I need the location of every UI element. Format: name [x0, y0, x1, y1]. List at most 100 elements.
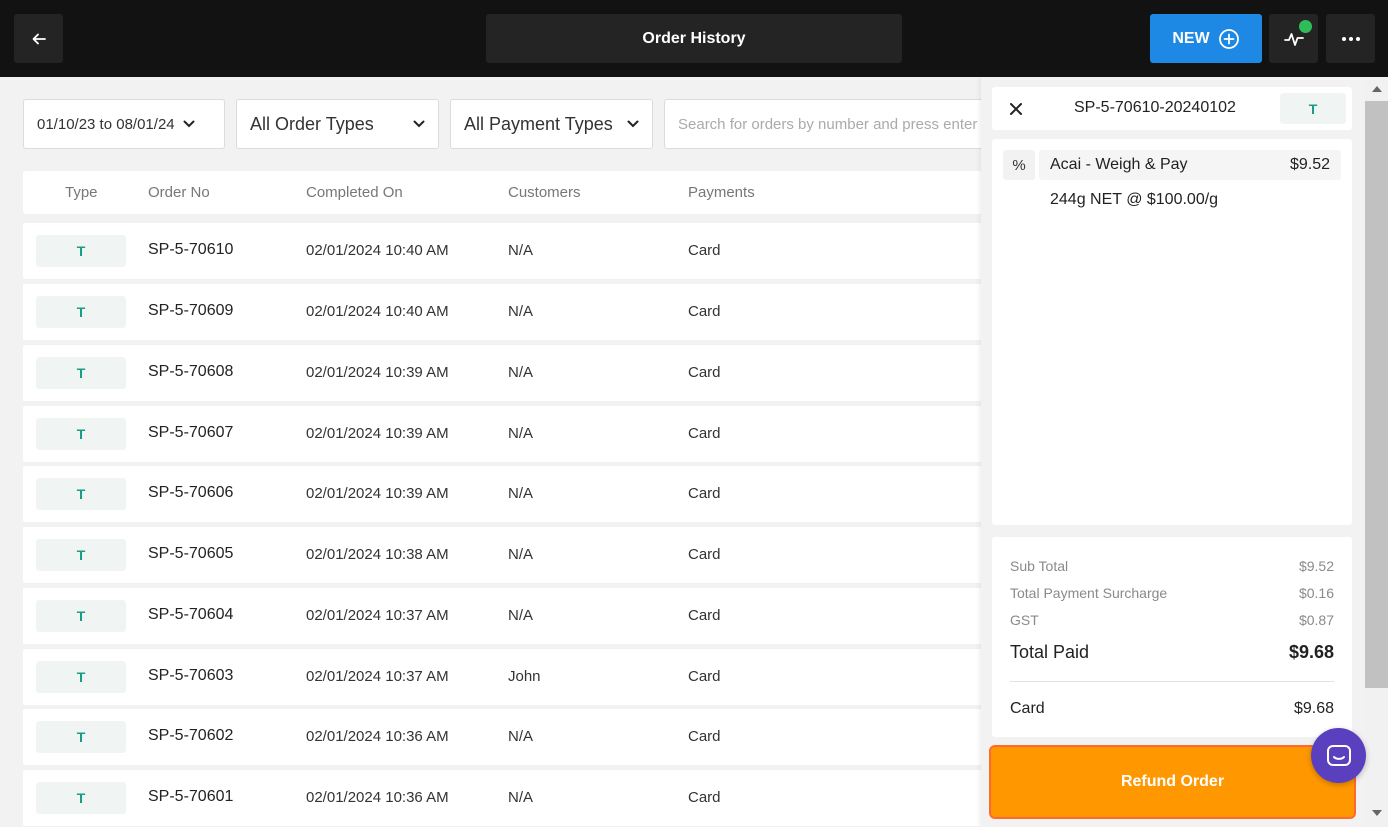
- table-row[interactable]: T SP-5-70602 02/01/2024 10:36 AM N/A Car…: [23, 709, 1003, 765]
- order-number: SP-5-70602: [148, 727, 234, 744]
- more-horizontal-icon: [1341, 36, 1360, 41]
- payment-method: Card: [688, 303, 721, 320]
- customer-name: N/A: [508, 607, 534, 624]
- payment-type-value: All Payment Types: [464, 113, 613, 134]
- order-number: SP-5-70607: [148, 424, 234, 441]
- column-header-payments: Payments: [688, 184, 755, 201]
- refund-order-button[interactable]: Refund Order: [989, 745, 1356, 819]
- surcharge-label: Total Payment Surcharge: [1010, 585, 1168, 601]
- order-type-badge: T: [36, 721, 126, 753]
- close-icon: [1010, 103, 1022, 115]
- order-type-badge: T: [36, 600, 126, 632]
- table-row[interactable]: T SP-5-70606 02/01/2024 10:39 AM N/A Car…: [23, 466, 1003, 522]
- payment-method: Card: [688, 546, 721, 563]
- status-online-dot: [1299, 20, 1312, 33]
- table-row[interactable]: T SP-5-70601 02/01/2024 10:36 AM N/A Car…: [23, 770, 1003, 826]
- table-row[interactable]: T SP-5-70609 02/01/2024 10:40 AM N/A Car…: [23, 284, 1003, 340]
- pulse-icon: [1283, 32, 1304, 46]
- gst-row: GST $0.87: [1010, 612, 1334, 628]
- chevron-down-icon: [627, 120, 639, 128]
- payment-method: Card: [688, 485, 721, 502]
- order-type-badge: T: [36, 296, 126, 328]
- scroll-down-button[interactable]: [1365, 805, 1388, 821]
- customer-name: N/A: [508, 303, 534, 320]
- table-row[interactable]: T SP-5-70604 02/01/2024 10:37 AM N/A Car…: [23, 588, 1003, 644]
- order-number: SP-5-70601: [148, 788, 234, 805]
- gst-label: GST: [1010, 612, 1039, 628]
- table-row[interactable]: T SP-5-70608 02/01/2024 10:39 AM N/A Car…: [23, 345, 1003, 401]
- surcharge-row: Total Payment Surcharge $0.16: [1010, 585, 1334, 601]
- customer-name: N/A: [508, 789, 534, 806]
- new-order-button[interactable]: NEW: [1150, 14, 1262, 63]
- order-number: SP-5-70608: [148, 363, 234, 380]
- activity-button[interactable]: [1269, 14, 1318, 63]
- order-search-input[interactable]: [664, 99, 994, 149]
- order-number: SP-5-70605: [148, 545, 234, 562]
- total-paid-value: $9.68: [1288, 642, 1334, 662]
- order-type-badge: T: [36, 418, 126, 450]
- total-paid-label: Total Paid: [1010, 642, 1090, 662]
- completed-on: 02/01/2024 10:36 AM: [306, 728, 449, 745]
- table-row[interactable]: T SP-5-70607 02/01/2024 10:39 AM N/A Car…: [23, 406, 1003, 462]
- payment-type-filter[interactable]: All Payment Types: [450, 99, 653, 149]
- payment-method: Card: [688, 789, 721, 806]
- chevron-down-icon: [183, 120, 195, 128]
- table-row[interactable]: T SP-5-70605 02/01/2024 10:38 AM N/A Car…: [23, 527, 1003, 583]
- item-name: Acai - Weigh & Pay: [1050, 156, 1188, 173]
- customer-name: N/A: [508, 364, 534, 381]
- completed-on: 02/01/2024 10:39 AM: [306, 425, 449, 442]
- scrollbar-thumb[interactable]: [1365, 101, 1388, 688]
- refund-order-label: Refund Order: [1120, 773, 1225, 790]
- completed-on: 02/01/2024 10:37 AM: [306, 607, 449, 624]
- customer-name: N/A: [508, 242, 534, 259]
- triangle-up-icon: [1371, 86, 1382, 92]
- column-header-type: Type: [65, 184, 98, 201]
- scroll-up-button[interactable]: [1365, 81, 1388, 97]
- payment-method: Card: [688, 425, 721, 442]
- top-bar: Order History NEW: [0, 0, 1388, 77]
- completed-on: 02/01/2024 10:39 AM: [306, 364, 449, 381]
- discount-button[interactable]: %: [1003, 150, 1035, 180]
- customer-name: N/A: [508, 546, 534, 563]
- order-type-badge: T: [36, 478, 126, 510]
- chat-icon: [1326, 744, 1351, 766]
- date-range-filter[interactable]: 01/10/23 to 08/01/24: [23, 99, 225, 149]
- page-title: Order History: [486, 14, 902, 63]
- order-line-item[interactable]: Acai - Weigh & Pay $9.52: [1039, 150, 1341, 180]
- gst-value: $0.87: [1298, 612, 1334, 628]
- chevron-down-icon: [413, 120, 425, 128]
- order-number: SP-5-70604: [148, 606, 234, 623]
- order-type-badge: T: [36, 235, 126, 267]
- completed-on: 02/01/2024 10:39 AM: [306, 485, 449, 502]
- customer-name: N/A: [508, 485, 534, 502]
- order-number: SP-5-70603: [148, 667, 234, 684]
- payment-method: Card: [688, 668, 721, 685]
- order-number: SP-5-70606: [148, 484, 234, 501]
- chat-support-button[interactable]: [1311, 728, 1366, 783]
- completed-on: 02/01/2024 10:36 AM: [306, 789, 449, 806]
- payment-method-label: Card: [1010, 700, 1045, 717]
- column-header-order-no: Order No: [148, 184, 210, 201]
- detail-order-number: SP-5-70610-20240102: [1074, 99, 1236, 116]
- order-detail-panel: SP-5-70610-20240102 T % Acai - Weigh & P…: [981, 77, 1365, 827]
- order-detail-header: SP-5-70610-20240102 T: [992, 87, 1352, 130]
- page-title-text: Order History: [642, 29, 746, 47]
- customer-name: John: [508, 668, 541, 685]
- table-row[interactable]: T SP-5-70610 02/01/2024 10:40 AM N/A Car…: [23, 223, 1003, 279]
- sub-total-value: $9.52: [1298, 558, 1334, 574]
- more-options-button[interactable]: [1326, 14, 1375, 63]
- table-row[interactable]: T SP-5-70603 02/01/2024 10:37 AM John Ca…: [23, 649, 1003, 705]
- close-panel-button[interactable]: [1004, 97, 1028, 121]
- completed-on: 02/01/2024 10:38 AM: [306, 546, 449, 563]
- order-type-filter[interactable]: All Order Types: [236, 99, 439, 149]
- order-items-list: % Acai - Weigh & Pay $9.52 244g NET @ $1…: [992, 139, 1352, 525]
- plus-circle-icon: [1218, 28, 1239, 49]
- payment-method: Card: [688, 728, 721, 745]
- sub-total-label: Sub Total: [1010, 558, 1069, 574]
- order-number: SP-5-70609: [148, 302, 234, 319]
- back-button[interactable]: [14, 14, 63, 63]
- payment-method: Card: [688, 607, 721, 624]
- payment-amount: $9.68: [1293, 700, 1334, 717]
- detail-order-type-badge: T: [1280, 93, 1346, 124]
- surcharge-value: $0.16: [1298, 585, 1334, 601]
